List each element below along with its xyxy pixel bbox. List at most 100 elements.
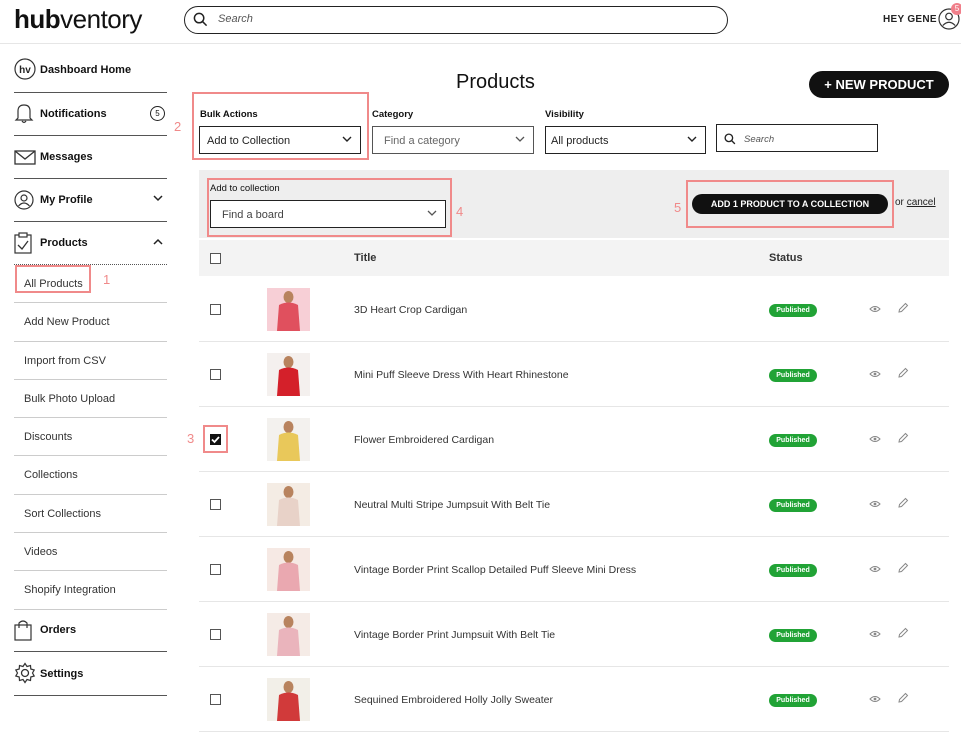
product-thumbnail[interactable]: [267, 288, 310, 331]
sidebar-item-settings[interactable]: Settings: [14, 652, 167, 696]
annotation-box-5: [686, 180, 894, 228]
annotation-box-4: [207, 178, 452, 237]
product-thumbnail[interactable]: [267, 418, 310, 461]
annotation-box-3: [203, 425, 228, 453]
cancel-link[interactable]: cancel: [907, 197, 936, 208]
sidebar-subitem-label: Shopify Integration: [24, 584, 116, 597]
eye-icon[interactable]: [869, 695, 881, 703]
chevron-up-icon[interactable]: [153, 238, 163, 245]
row-checkbox[interactable]: [210, 499, 221, 510]
eye-icon[interactable]: [869, 500, 881, 508]
sidebar-item-products[interactable]: Products: [14, 222, 167, 265]
sidebar-subitem-label: Import from CSV: [24, 354, 106, 367]
sidebar-subitem[interactable]: Discounts: [14, 418, 167, 457]
table-row[interactable]: Mini Puff Sleeve Dress With Heart Rhines…: [199, 342, 949, 407]
sidebar-subitem-label: Collections: [24, 469, 78, 482]
table-row[interactable]: Flower Embroidered Cardigan Published: [199, 407, 949, 472]
annotation-box-2: [192, 92, 369, 160]
sidebar-label-settings: Settings: [40, 667, 84, 680]
chevron-down-icon: [515, 136, 525, 142]
status-badge: Published: [769, 434, 817, 447]
pencil-icon[interactable]: [897, 692, 909, 704]
sidebar-subitem[interactable]: Bulk Photo Upload: [14, 380, 167, 419]
product-title[interactable]: 3D Heart Crop Cardigan: [354, 304, 467, 316]
hv-logo-icon: hv: [14, 58, 36, 80]
annotation-number-1: 1: [103, 272, 111, 287]
category-value: Find a category: [384, 135, 460, 147]
product-title[interactable]: Mini Puff Sleeve Dress With Heart Rhines…: [354, 369, 569, 381]
annotation-number-5: 5: [674, 200, 682, 215]
product-thumbnail[interactable]: [267, 613, 310, 656]
visibility-select[interactable]: All products: [545, 126, 706, 154]
sidebar-subitem-label: Add New Product: [24, 316, 110, 329]
table-row[interactable]: Vintage Border Print Jumpsuit With Belt …: [199, 602, 949, 667]
select-all-checkbox[interactable]: [210, 253, 221, 264]
pencil-icon[interactable]: [897, 562, 909, 574]
pencil-icon[interactable]: [897, 497, 909, 509]
pencil-icon[interactable]: [897, 432, 909, 444]
sidebar-subitem[interactable]: Videos: [14, 533, 167, 572]
table-row[interactable]: Neutral Multi Stripe Jumpsuit With Belt …: [199, 472, 949, 537]
pencil-icon[interactable]: [897, 302, 909, 314]
table-row[interactable]: 3D Heart Crop Cardigan Published: [199, 277, 949, 342]
sidebar-item-profile[interactable]: My Profile: [14, 179, 167, 222]
pencil-icon[interactable]: [897, 367, 909, 379]
notifications-count-badge: 5: [150, 106, 165, 121]
hubventory-logo[interactable]: hubventory: [14, 4, 142, 35]
table-header: Title Status: [199, 240, 949, 276]
product-title[interactable]: Flower Embroidered Cardigan: [354, 434, 494, 446]
sidebar-label-messages: Messages: [40, 151, 93, 163]
sidebar-subitem-label: Bulk Photo Upload: [24, 392, 116, 405]
row-checkbox[interactable]: [210, 694, 221, 705]
product-thumbnail[interactable]: [267, 353, 310, 396]
product-thumbnail[interactable]: [267, 678, 310, 721]
status-badge: Published: [769, 564, 817, 577]
sidebar-item-dashboard[interactable]: hv Dashboard Home: [14, 50, 167, 93]
sidebar-subitem[interactable]: Shopify Integration: [14, 571, 167, 610]
eye-icon[interactable]: [869, 630, 881, 638]
sidebar-subitem[interactable]: Import from CSV: [14, 342, 167, 380]
eye-icon[interactable]: [869, 305, 881, 313]
global-search-input[interactable]: Search: [184, 6, 728, 34]
product-title[interactable]: Sequined Embroidered Holly Jolly Sweater: [354, 694, 553, 706]
sidebar-label-profile: My Profile: [40, 194, 93, 206]
svg-text:hv: hv: [19, 65, 31, 76]
sidebar-item-notifications[interactable]: Notifications 5: [14, 93, 167, 136]
status-badge: Published: [769, 499, 817, 512]
table-row[interactable]: Sequined Embroidered Holly Jolly Sweater…: [199, 667, 949, 732]
category-select[interactable]: Find a category: [372, 126, 534, 154]
row-checkbox[interactable]: [210, 369, 221, 380]
product-title[interactable]: Neutral Multi Stripe Jumpsuit With Belt …: [354, 499, 550, 511]
chevron-down-icon: [687, 136, 697, 142]
chevron-down-icon[interactable]: [153, 195, 163, 202]
table-row[interactable]: Vintage Border Print Scallop Detailed Pu…: [199, 537, 949, 602]
eye-icon[interactable]: [869, 435, 881, 443]
clipboard-icon: [14, 232, 32, 254]
new-product-button[interactable]: + NEW PRODUCT: [809, 71, 949, 98]
sidebar-label-orders: Orders: [40, 623, 77, 636]
eye-icon[interactable]: [869, 565, 881, 573]
sidebar-label-dashboard: Dashboard Home: [40, 64, 132, 76]
row-checkbox[interactable]: [210, 629, 221, 640]
eye-icon[interactable]: [869, 370, 881, 378]
sidebar-subitem[interactable]: Collections: [14, 456, 167, 495]
row-checkbox[interactable]: [210, 564, 221, 575]
product-thumbnail[interactable]: [267, 483, 310, 526]
sidebar-subitem-label: Videos: [24, 546, 58, 559]
product-title[interactable]: Vintage Border Print Scallop Detailed Pu…: [354, 564, 636, 576]
sidebar-subitem[interactable]: Sort Collections: [14, 495, 167, 534]
annotation-number-4: 4: [456, 204, 464, 219]
status-badge: Published: [769, 369, 817, 382]
pencil-icon[interactable]: [897, 627, 909, 639]
annotation-number-3: 3: [187, 431, 195, 446]
product-title[interactable]: Vintage Border Print Jumpsuit With Belt …: [354, 629, 555, 641]
profile-icon: [14, 190, 34, 210]
sidebar-item-orders[interactable]: Orders: [14, 610, 167, 652]
product-search-input[interactable]: Search: [716, 124, 878, 152]
product-thumbnail[interactable]: [267, 548, 310, 591]
sidebar-subitem[interactable]: Add New Product: [14, 303, 167, 342]
row-checkbox[interactable]: [210, 304, 221, 315]
bell-icon: [14, 104, 34, 124]
sidebar-item-messages[interactable]: Messages: [14, 136, 167, 179]
visibility-value: All products: [551, 135, 609, 147]
